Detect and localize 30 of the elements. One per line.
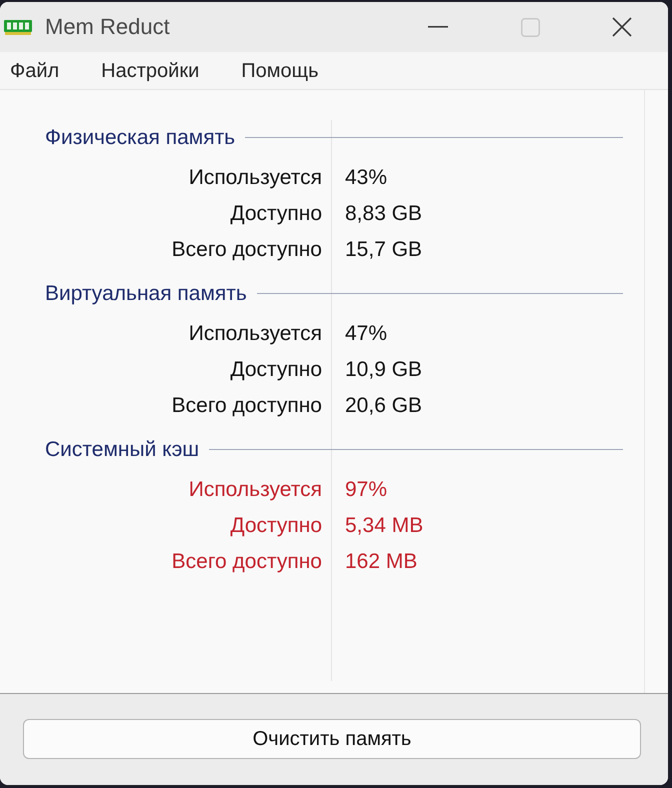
row-label: Всего доступно xyxy=(172,550,322,572)
row-value: 43% xyxy=(345,166,388,188)
row-value: 10,9 GB xyxy=(345,358,422,380)
row-label: Используется xyxy=(188,478,322,500)
row-value: 162 MB xyxy=(345,550,418,572)
group-title: Виртуальная память xyxy=(45,282,247,304)
menu-item[interactable]: Помощь xyxy=(231,52,328,89)
window-title: Mem Reduct xyxy=(45,16,170,38)
row-label: Доступно xyxy=(230,358,322,380)
row-label: Доступно xyxy=(230,202,322,224)
row-value: 15,7 GB xyxy=(345,238,422,260)
row-value: 97% xyxy=(345,478,388,500)
menu-item[interactable]: Настройки xyxy=(91,52,210,89)
row-value: 20,6 GB xyxy=(345,394,422,416)
row-label: Всего доступно xyxy=(172,238,322,260)
row-label: Используется xyxy=(188,322,322,344)
row-label: Доступно xyxy=(230,514,322,536)
row-label: Всего доступно xyxy=(172,394,322,416)
group-title: Физическая память xyxy=(45,126,236,148)
close-icon xyxy=(612,17,632,37)
row-label: Используется xyxy=(188,166,322,188)
minimize-icon xyxy=(428,26,448,28)
clear-memory-button[interactable]: Очистить память xyxy=(23,719,641,759)
row-value: 5,34 MB xyxy=(345,514,424,536)
row-value: 47% xyxy=(345,322,388,344)
menu-item[interactable]: Файл xyxy=(0,52,70,89)
memory-stick-icon xyxy=(4,20,32,34)
group-title: Системный кэш xyxy=(45,438,200,460)
maximize-icon xyxy=(520,18,540,36)
row-value: 8,83 GB xyxy=(345,202,422,224)
